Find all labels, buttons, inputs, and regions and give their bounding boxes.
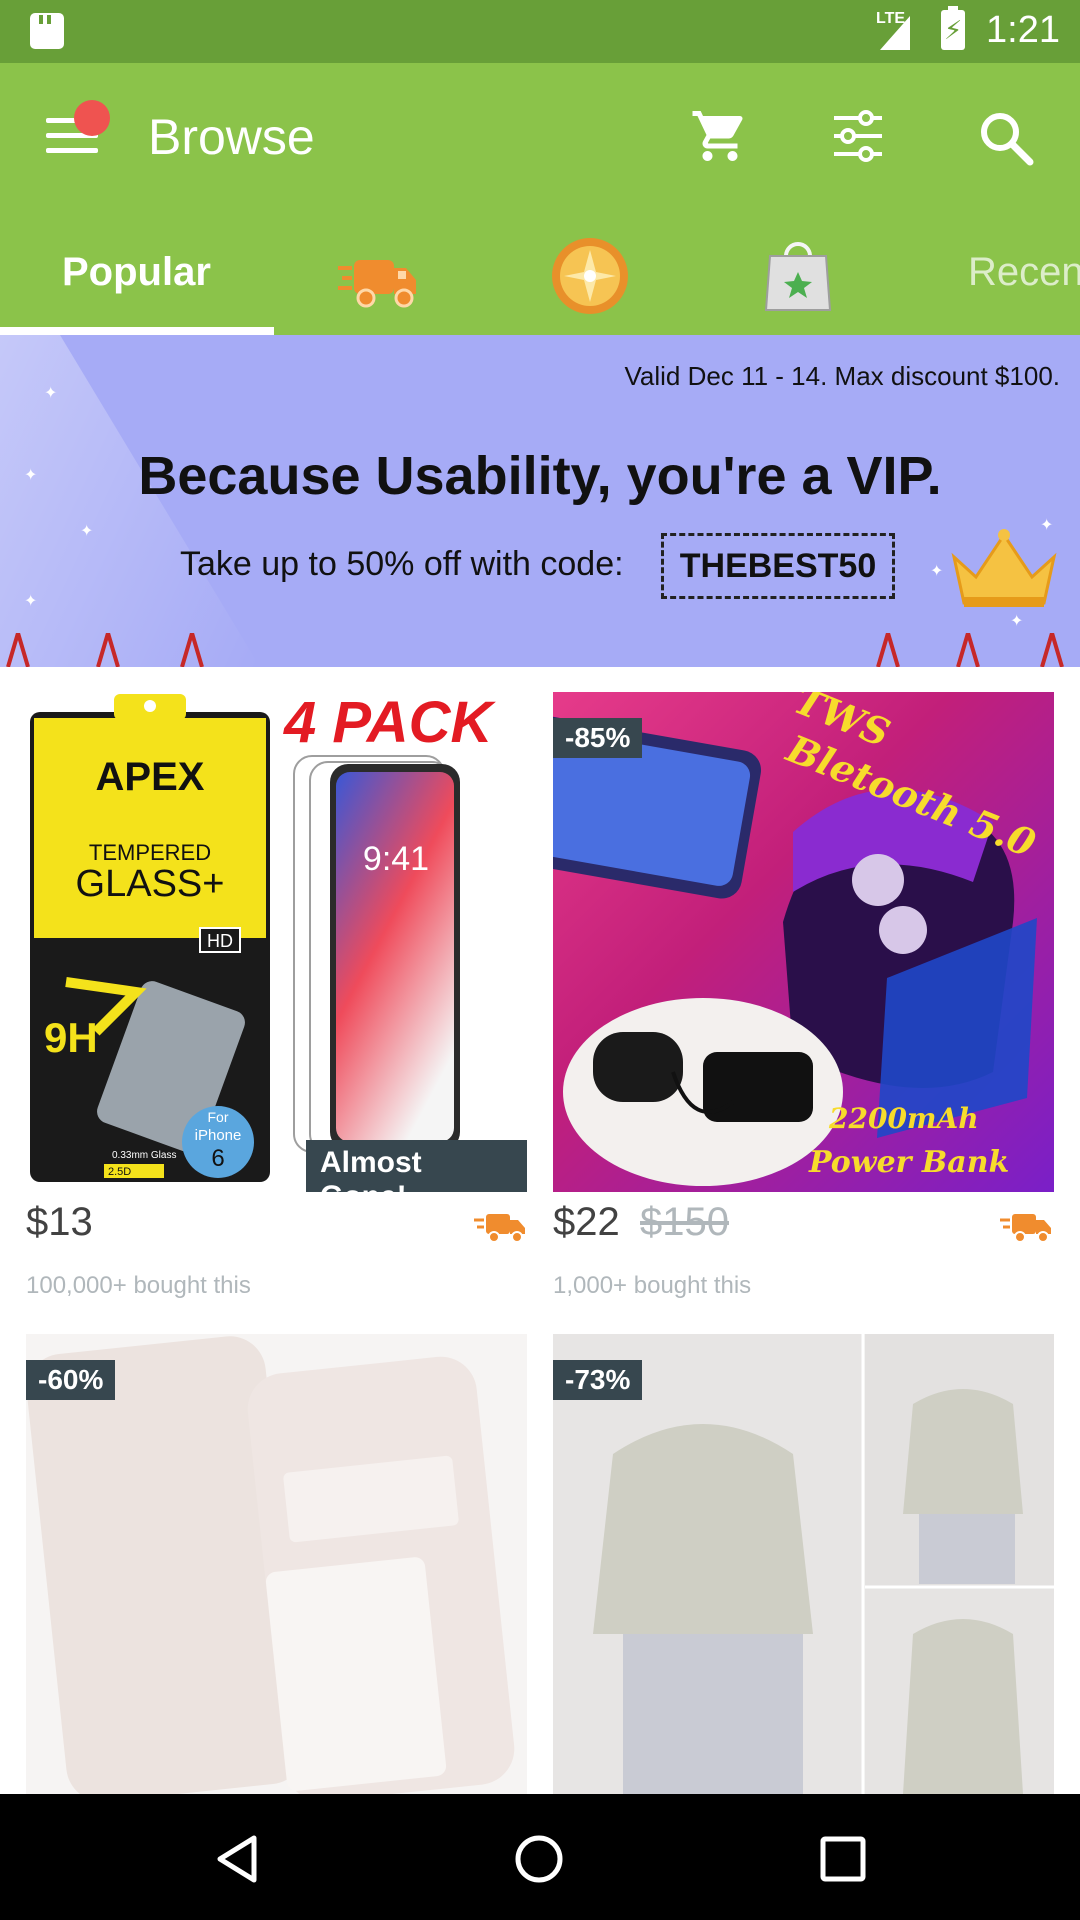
back-icon[interactable] <box>212 1834 262 1884</box>
product-image-screen-protector[interactable]: APEX TEMPERED GLASS+ HD 9H For iPhone 6 … <box>26 692 527 1192</box>
signal-icon <box>880 16 910 50</box>
discount-badge: -73% <box>553 1360 643 1400</box>
earbuds-line4: Power Bank <box>808 1145 1009 1180</box>
search-icon[interactable] <box>976 108 1036 168</box>
tab-recent[interactable]: Recen <box>968 250 1080 295</box>
product-image-camo-top[interactable]: -73% <box>553 1334 1054 1794</box>
package-line1: TEMPERED <box>89 840 211 865</box>
banner-promo-text: Take up to 50% off with code: <box>180 545 624 583</box>
sparkle-icon: ✦ <box>44 385 58 402</box>
sd-card-icon <box>30 13 64 49</box>
status-bar: LTE ⚡ 1:21 <box>0 0 1080 63</box>
package-hd-badge: HD <box>207 931 233 951</box>
shipping-truck-icon <box>474 1214 525 1243</box>
sparkle-icon: ✦ <box>930 563 944 580</box>
promo-banner[interactable]: ✦ ✦ ✦ ✦ ✦ ✦ ✦ Valid Dec 11 - 14. Max dis… <box>0 335 1080 667</box>
cart-icon[interactable] <box>690 106 750 166</box>
tab-popular[interactable]: Popular <box>62 250 211 295</box>
rope-post-icon <box>956 633 980 667</box>
pack-label: 4 PACK <box>283 692 497 755</box>
banner-headline: Because Usability, you're a VIP. <box>138 446 942 506</box>
package-thickness: 0.33mm Glass <box>112 1150 176 1161</box>
package-brand: APEX <box>96 755 205 799</box>
bought-count: 100,000+ bought this <box>26 1272 251 1299</box>
tab-indicator <box>0 327 274 335</box>
banner-validity: Valid Dec 11 - 14. Max discount $100. <box>624 361 1061 391</box>
sparkle-icon: ✦ <box>1010 613 1024 630</box>
bought-count: 1,000+ bought this <box>553 1272 752 1299</box>
clock: 1:21 <box>986 9 1060 51</box>
tab-star-bag-icon[interactable] <box>764 234 832 312</box>
package-device: iPhone <box>195 1127 242 1144</box>
product-price: $13 <box>26 1200 93 1244</box>
rope-post-icon <box>876 633 900 667</box>
earbuds-line3: 2200mAh <box>828 1102 979 1135</box>
sparkle-icon: ✦ <box>80 523 94 540</box>
home-icon[interactable] <box>514 1834 564 1884</box>
discount-badge: -85% <box>553 718 643 758</box>
crown-icon <box>951 529 1057 607</box>
recent-apps-icon[interactable] <box>820 1836 866 1882</box>
product-image-wallet-case[interactable]: -60% <box>26 1334 527 1794</box>
rope-post-icon <box>1040 633 1064 667</box>
charging-icon: ⚡ <box>944 15 963 45</box>
phone-screen-time: 9:41 <box>363 840 429 878</box>
package-edges: 2.5D <box>108 1166 131 1178</box>
product-original-price: $150 <box>640 1200 729 1244</box>
package-hardness: 9H <box>44 1014 98 1061</box>
shipping-truck-icon <box>1000 1214 1051 1243</box>
promo-code[interactable]: THEBEST50 <box>661 533 895 599</box>
notification-dot <box>74 100 110 136</box>
filter-icon[interactable] <box>830 108 886 164</box>
page-title: Browse <box>148 109 315 165</box>
rope-post-icon <box>6 633 30 667</box>
tab-truck-icon[interactable] <box>336 244 420 314</box>
rope-post-icon <box>96 633 120 667</box>
almost-gone-badge: Almost Gone! <box>306 1140 527 1192</box>
discount-badge: -60% <box>26 1360 116 1400</box>
rope-post-icon <box>180 633 204 667</box>
product-price: $22 <box>553 1200 620 1244</box>
package-line2: GLASS+ <box>76 863 225 905</box>
package-for: For <box>208 1109 229 1125</box>
tab-coin-icon[interactable] <box>550 236 630 316</box>
package-model: 6 <box>211 1145 224 1172</box>
sparkle-icon: ✦ <box>24 593 38 610</box>
product-image-earbuds[interactable]: TWS Bletooth 5.0 2200mAh Power Bank -85% <box>553 692 1054 1192</box>
